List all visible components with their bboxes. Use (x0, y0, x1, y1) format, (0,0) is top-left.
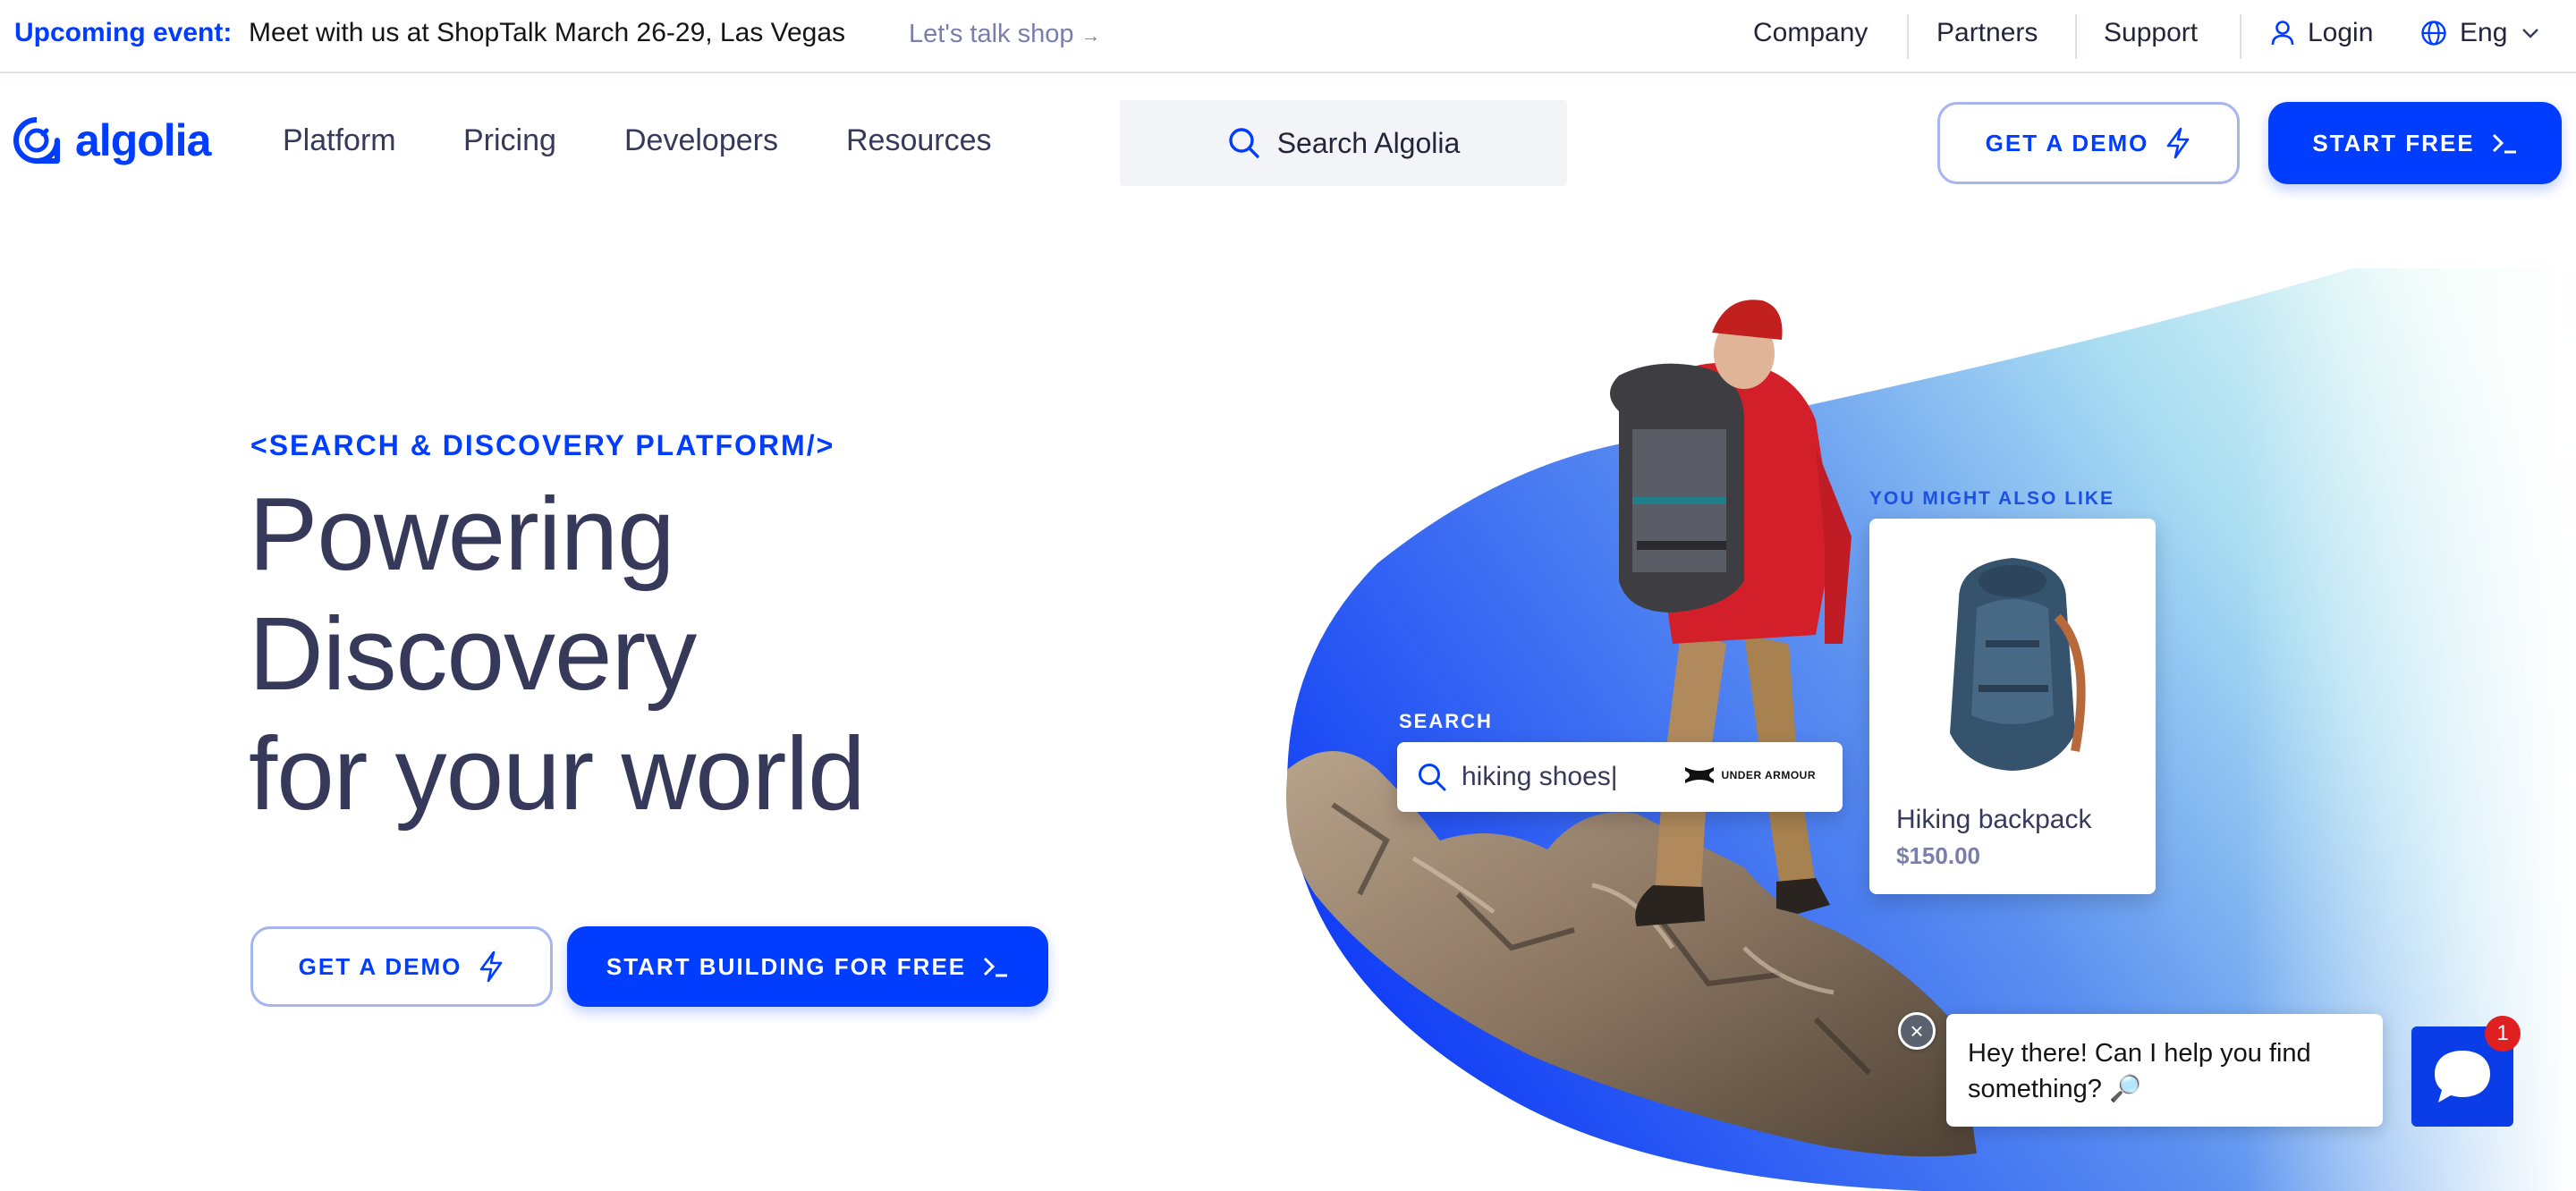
chat-bubble-icon (2435, 1051, 2490, 1102)
utility-company-link[interactable]: Company (1753, 18, 1868, 48)
nav-platform[interactable]: Platform (283, 123, 396, 158)
demo-search-query: hiking shoes| (1462, 762, 1618, 791)
login-link[interactable]: Login (2270, 18, 2373, 48)
start-free-button[interactable]: START FREE (2268, 102, 2562, 184)
chat-message-text: Hey there! Can I help you find something… (1968, 1039, 2311, 1103)
terminal-prompt-icon (984, 957, 1008, 977)
recommend-label: YOU MIGHT ALSO LIKE (1869, 488, 2115, 509)
hero-eyebrow: <SEARCH & DISCOVERY PLATFORM/> (250, 429, 835, 461)
search-icon (1419, 764, 1446, 791)
divider (1907, 14, 1909, 59)
chat-message-bubble[interactable]: Hey there! Can I help you find something… (1946, 1014, 2383, 1127)
algolia-logo[interactable]: algolia (13, 114, 211, 166)
headline-line-1: Powering (249, 476, 675, 592)
headline-line-3: for your world (249, 715, 866, 832)
lightning-icon (2167, 127, 2190, 159)
search-placeholder: Search Algolia (1276, 126, 1461, 159)
event-link[interactable]: Let's talk shop → (909, 20, 1100, 49)
divider (2075, 14, 2077, 59)
algolia-logo-icon (13, 117, 60, 164)
get-a-demo-label: GET A DEMO (1985, 129, 2149, 156)
nav-resources[interactable]: Resources (846, 123, 992, 158)
demo-search-label: SEARCH (1399, 710, 1493, 732)
nav-pricing[interactable]: Pricing (463, 123, 556, 158)
utility-partners-link[interactable]: Partners (1936, 18, 2038, 48)
chevron-down-icon (2522, 29, 2539, 38)
logo-wordmark: algolia (75, 115, 211, 165)
utility-support-link[interactable]: Support (2104, 18, 2198, 48)
brand-name: UNDER ARMOUR (1721, 769, 1816, 781)
hero-get-a-demo-button[interactable]: GET A DEMO (250, 926, 553, 1007)
product-card: Hiking backpack $150.00 (1869, 519, 2156, 894)
language-label: Eng (2460, 18, 2508, 47)
start-building-button[interactable]: START BUILDING FOR FREE (567, 926, 1048, 1007)
lightning-icon (480, 950, 503, 983)
chat-close-button[interactable]: × (1898, 1012, 1936, 1050)
site-search-input[interactable]: Search Algolia (1120, 100, 1567, 186)
event-text: Meet with us at ShopTalk March 26-29, La… (249, 18, 846, 47)
under-armour-logo: UNDER ARMOUR (1664, 765, 1816, 785)
product-price: $150.00 (1896, 842, 1980, 869)
user-icon (2271, 21, 2294, 46)
get-a-demo-button[interactable]: GET A DEMO (1937, 102, 2240, 184)
hero-get-a-demo-label: GET A DEMO (298, 952, 462, 980)
divider (2240, 14, 2241, 59)
announcement-bar: Upcoming event: Meet with us at ShopTalk… (0, 0, 2576, 73)
event-label: Upcoming event: (14, 18, 233, 47)
terminal-prompt-icon (2492, 133, 2516, 154)
globe-icon (2421, 21, 2446, 46)
login-label: Login (2308, 18, 2374, 47)
start-building-label: START BUILDING FOR FREE (606, 952, 967, 980)
arrow-right-icon: → (1080, 24, 1101, 46)
nav-developers[interactable]: Developers (624, 123, 778, 158)
notification-badge: 1 (2485, 1016, 2521, 1052)
headline-line-2: Discovery (249, 596, 697, 712)
language-selector[interactable]: Eng (2420, 18, 2539, 48)
demo-search-box: hiking shoes| UNDER ARMOUR (1397, 742, 1843, 812)
hero-headline: Powering Discovery for your world (249, 474, 866, 833)
backpack-image (1950, 558, 2086, 771)
start-free-label: START FREE (2312, 129, 2475, 156)
close-icon: × (1910, 1018, 1924, 1044)
under-armour-icon (1685, 767, 1715, 783)
main-nav: algolia Platform Pricing Developers Reso… (0, 75, 2576, 209)
search-icon (1229, 128, 1259, 158)
product-name: Hiking backpack (1896, 805, 2092, 834)
event-link-label: Let's talk shop (909, 20, 1074, 48)
